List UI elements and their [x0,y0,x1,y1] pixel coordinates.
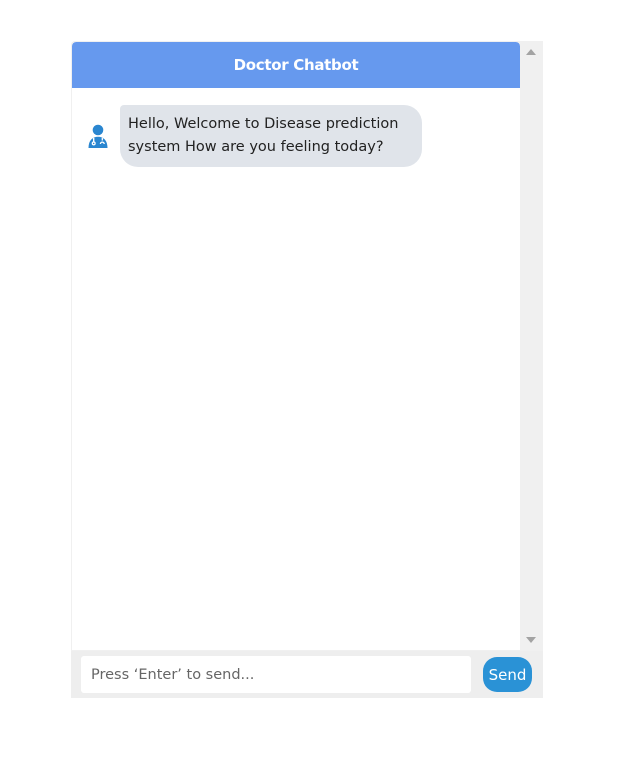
chat-title: Doctor Chatbot [233,56,359,74]
send-button[interactable]: Send [483,657,532,692]
message-input-area: Send [71,651,543,698]
scroll-down-arrow-icon[interactable] [526,637,536,643]
chat-scrollbar[interactable] [521,41,543,651]
doctor-icon [85,123,111,149]
bot-message: Hello, Welcome to Disease prediction sys… [85,105,422,167]
chat-panel: Doctor Chatbot Hello, Welcome to Disease… [72,42,520,650]
chat-header: Doctor Chatbot [72,42,520,88]
message-input[interactable] [81,656,471,693]
message-bubble: Hello, Welcome to Disease prediction sys… [120,105,422,167]
chat-window: Doctor Chatbot Hello, Welcome to Disease… [71,41,543,698]
scroll-up-arrow-icon[interactable] [526,49,536,55]
